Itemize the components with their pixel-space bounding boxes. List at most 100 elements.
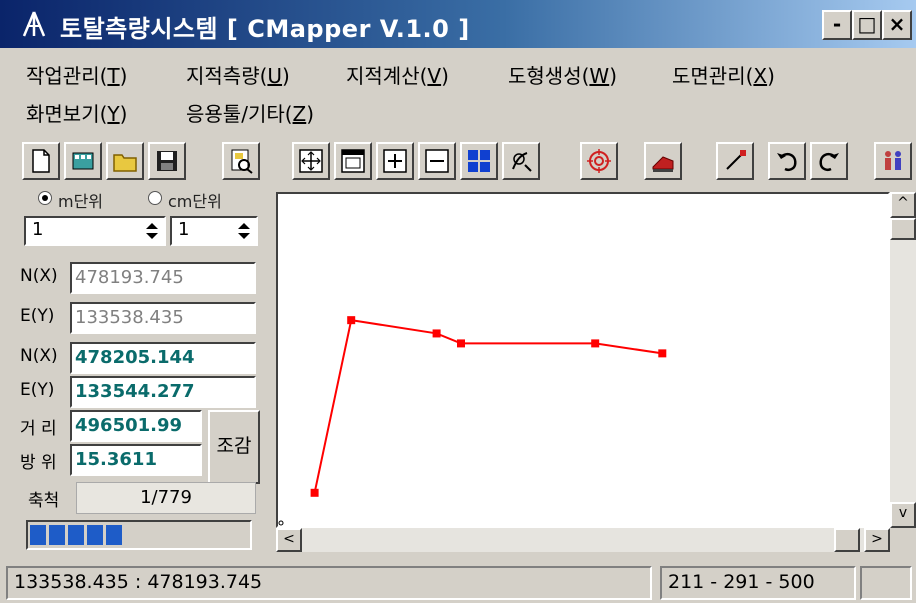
menu-label: 화면보기( <box>26 102 108 126</box>
spinner-arrows-icon[interactable] <box>234 220 254 242</box>
target-icon <box>587 149 611 173</box>
zoom-in-icon <box>383 149 407 173</box>
zoom-in-button[interactable] <box>376 142 414 180</box>
field-e2: E(Y) 133544.277 <box>20 376 258 410</box>
horizontal-scrollbar[interactable]: < > <box>276 528 890 552</box>
unit-radio-group: m단위 cm단위 <box>20 188 264 211</box>
surveyor-tripod-icon <box>22 11 46 37</box>
print-preview-button[interactable] <box>222 142 260 180</box>
vertex-marker[interactable] <box>658 349 667 358</box>
n1-input[interactable]: 478193.745 <box>70 262 256 294</box>
close-button[interactable]: × <box>882 10 912 40</box>
menu-drawing-management[interactable]: 도면관리(X) <box>672 60 775 89</box>
save-button[interactable] <box>148 142 186 180</box>
menu-label: 작업관리( <box>26 64 108 88</box>
undo-button[interactable] <box>768 142 806 180</box>
window-button[interactable] <box>334 142 372 180</box>
menu-label-end: ) <box>306 102 315 126</box>
progress-block <box>106 525 122 545</box>
bearing-input[interactable]: 15.3611 <box>70 444 202 476</box>
menu-mnemonic: Z <box>292 102 307 126</box>
vertex-marker[interactable] <box>347 316 356 325</box>
field-scale: 축척 1/779 <box>20 482 258 516</box>
progress-block <box>87 525 103 545</box>
menu-shape-create[interactable]: 도형생성(W) <box>508 60 617 89</box>
menu-tools-etc[interactable]: 응용툴/기타(Z) <box>186 98 314 127</box>
open-button[interactable] <box>106 142 144 180</box>
field-e1: E(Y) 133538.435 <box>20 302 258 336</box>
zoom-fit-icon <box>299 149 323 173</box>
menu-mnemonic: W <box>589 64 610 88</box>
zoom-out-button[interactable] <box>418 142 456 180</box>
vertex-marker[interactable] <box>457 339 465 348</box>
vertical-scrollbar[interactable]: ^ v <box>890 192 916 528</box>
distance-label: 거 리 <box>20 419 57 439</box>
progress-block <box>49 525 65 545</box>
scroll-right-button[interactable]: > <box>864 528 890 552</box>
vertex-marker[interactable] <box>591 339 600 348</box>
coordinate-panel: m단위 cm단위 1 1 N(X) 478193.745 E(Y) 133538… <box>20 188 264 566</box>
boundary-polyline[interactable] <box>313 319 663 494</box>
vertical-scroll-thumb[interactable] <box>890 218 916 240</box>
layer-button[interactable] <box>644 142 682 180</box>
n1-label: N(X) <box>20 266 58 286</box>
scroll-up-button[interactable]: ^ <box>890 192 916 218</box>
distance-input[interactable]: 496501.99 <box>70 410 202 442</box>
open-folder-icon <box>113 154 137 172</box>
people-button[interactable] <box>874 142 912 180</box>
menu-label-end: ) <box>119 102 128 126</box>
spinner-arrows-icon[interactable] <box>142 220 162 242</box>
menu-cadastral-survey[interactable]: 지적측량(U) <box>186 60 290 89</box>
menu-mnemonic: X <box>753 64 768 88</box>
e1-input[interactable]: 133538.435 <box>70 302 256 334</box>
status-resize-grip <box>860 566 912 600</box>
film-button[interactable] <box>64 142 102 180</box>
zoom-out-icon <box>425 149 449 173</box>
drawing-canvas[interactable] <box>276 192 890 528</box>
unit-m-radio[interactable] <box>38 191 52 205</box>
scale-value: 1/779 <box>76 482 256 514</box>
layer-icon <box>652 156 674 172</box>
point-spinner-1[interactable]: 1 <box>24 216 166 246</box>
field-n2: N(X) 478205.144 <box>20 342 258 376</box>
vertex-marker[interactable] <box>310 488 319 497</box>
e2-input[interactable]: 133544.277 <box>70 376 256 408</box>
menu-label-end: ) <box>282 64 290 88</box>
menu-bar: 작업관리(T) 지적측량(U) 지적계산(V) 도형생성(W) 도면관리(X) … <box>0 50 916 134</box>
menu-work-management[interactable]: 작업관리(T) <box>26 60 127 89</box>
status-coordinates: 133538.435 : 478193.745 <box>6 566 652 600</box>
zoom-fit-button[interactable] <box>292 142 330 180</box>
scroll-left-button[interactable]: < <box>276 528 302 552</box>
bearing-label: 방 위 <box>20 453 57 473</box>
point-spinner-2[interactable]: 1 <box>170 216 258 246</box>
status-range: 211 - 291 - 500 <box>660 566 856 600</box>
menu-mnemonic: T <box>107 64 120 88</box>
new-button[interactable] <box>22 142 60 180</box>
redo-button[interactable] <box>810 142 848 180</box>
new-file-icon <box>32 149 50 173</box>
menu-label-end: ) <box>609 64 617 88</box>
origin-marker <box>278 520 284 526</box>
target-button[interactable] <box>580 142 618 180</box>
title-bar[interactable]: 토탈측량시스템 [ CMapper V.1.0 ] - □ × <box>0 0 916 48</box>
unit-cm-label: cm단위 <box>168 192 222 211</box>
horizontal-scroll-thumb[interactable] <box>834 528 860 552</box>
undo-icon <box>777 153 797 172</box>
vertex-marker[interactable] <box>432 329 441 338</box>
window-icon <box>341 149 365 173</box>
minimize-button[interactable]: - <box>822 10 852 40</box>
select-button[interactable] <box>502 142 540 180</box>
menu-view[interactable]: 화면보기(Y) <box>26 98 127 127</box>
menu-cadastral-calc[interactable]: 지적계산(V) <box>346 60 449 89</box>
n2-input[interactable]: 478205.144 <box>70 342 256 374</box>
people-icon <box>885 151 901 170</box>
scroll-down-button[interactable]: v <box>890 502 916 528</box>
menu-label: 도형생성( <box>508 64 590 88</box>
menu-label: 도면관리( <box>672 64 754 88</box>
grid-button[interactable] <box>460 142 498 180</box>
line-button[interactable] <box>716 142 754 180</box>
adjust-button[interactable]: 조감 <box>208 410 260 484</box>
maximize-button[interactable]: □ <box>852 10 882 40</box>
menu-label: 지적계산( <box>346 64 428 88</box>
unit-cm-radio[interactable] <box>148 191 162 205</box>
